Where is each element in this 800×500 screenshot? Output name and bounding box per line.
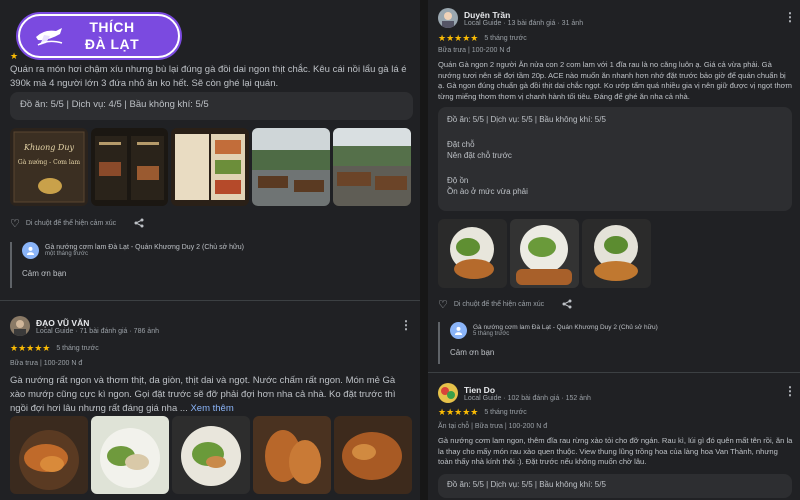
review-photo[interactable] — [91, 128, 168, 206]
reply-time: 5 tháng trước — [473, 331, 510, 337]
review-photo[interactable] — [171, 128, 249, 206]
photo-strip: Khuong Duy Gà nướng - Cơm lam — [10, 128, 411, 206]
more-options-icon[interactable]: ⋮ — [400, 318, 412, 332]
review-photo[interactable] — [333, 128, 411, 206]
brand-line-1: THÍCH — [89, 19, 135, 35]
review-photo[interactable]: Khuong Duy Gà nướng - Cơm lam — [10, 128, 88, 206]
reviewer-avatar[interactable] — [438, 383, 458, 403]
airplane-icon — [36, 28, 63, 46]
heart-icon[interactable]: ♡ — [10, 217, 20, 230]
action-row: ♡ Di chuột để thể hiện cảm xúc — [10, 217, 144, 230]
review-photo[interactable] — [252, 128, 330, 206]
review-text: Quán Gà ngon 2 người Ăn nửa con 2 com la… — [438, 60, 792, 101]
review-photo[interactable] — [91, 416, 169, 494]
rating-summary: Đồ ăn: 5/5 | Dịch vụ: 4/5 | Bầu không kh… — [10, 92, 413, 120]
reviewer-header: Duyên Trần Local Guide · 13 bài đánh giá… — [438, 8, 583, 28]
reply-text: Cảm ơn bạn — [450, 348, 495, 357]
rating-row: ★★★★★ 5 tháng trước — [10, 343, 99, 354]
photo-strip — [10, 416, 412, 494]
star-rating: ★★★★★ — [438, 407, 479, 417]
rating-summary: Đồ ăn: 5/5 | Dịch vụ: 5/5 | Bầu không kh… — [438, 474, 792, 498]
review-photo[interactable] — [253, 416, 331, 494]
review-text: Gà nướng rất ngon và thơm thịt, da giòn,… — [10, 374, 410, 416]
share-icon[interactable] — [562, 299, 572, 311]
photo-strip — [438, 219, 651, 288]
reviewer-name[interactable]: Duyên Trần — [464, 10, 583, 20]
booking-value: Nên đặt chỗ trước — [447, 151, 512, 160]
owner-name: Gà nướng cơm lam Đà Lạt - Quán Khương Du… — [45, 244, 244, 251]
brand-line-2: ĐÀ LẠT — [84, 36, 140, 52]
reviewer-avatar[interactable] — [10, 316, 30, 336]
owner-avatar-icon — [450, 322, 467, 339]
reply-text: Cảm ơn bạn — [22, 269, 67, 278]
reviewer-header: Tien Do Local Guide · 102 bài đánh giá ·… — [438, 383, 591, 403]
more-options-icon[interactable]: ⋮ — [784, 10, 796, 24]
more-options-icon[interactable]: ⋮ — [784, 384, 796, 398]
owner-reply: Gà nướng cơm lam Đà Lạt - Quán Khương Du… — [10, 242, 410, 288]
reviewer-meta: Local Guide · 13 bài đánh giá · 31 ảnh — [464, 19, 584, 27]
meal-info: Ăn tại chỗ | Bữa trưa | 100-200 N đ — [438, 423, 548, 430]
action-row: ♡ Di chuột để thể hiện cảm xúc — [438, 298, 572, 311]
review-text: Quán ra món hơi chậm xíu nhưng bù lại đú… — [10, 64, 407, 89]
reply-time: một tháng trước — [45, 251, 88, 257]
reviewer-header: ĐẠO VŨ VĂN Local Guide · 71 bài đánh giá… — [10, 316, 159, 336]
review-details: Đồ ăn: 5/5 | Dịch vụ: 5/5 | Bầu không kh… — [438, 107, 792, 211]
partial-stars: ★ — [10, 51, 19, 61]
owner-avatar-icon — [22, 242, 39, 259]
review-photo[interactable] — [334, 416, 412, 494]
heart-icon[interactable]: ♡ — [438, 298, 448, 311]
see-more-link[interactable]: Xem thêm — [190, 403, 233, 414]
reviewer-avatar[interactable] — [438, 8, 458, 28]
rating-row: ★★★★★ 5 tháng trước — [438, 407, 527, 418]
noise-value: Ồn ào ở mức vừa phải — [447, 187, 528, 196]
review-time: 5 tháng trước — [56, 345, 99, 352]
review-time: 5 tháng trước — [484, 35, 527, 42]
separator — [0, 300, 420, 301]
review-photo[interactable] — [10, 416, 88, 494]
review-time: 5 tháng trước — [484, 409, 527, 416]
rating-row: ★★★★★ 5 tháng trước — [438, 33, 527, 44]
brand-logo: THÍCH ĐÀ LẠT — [18, 14, 180, 58]
reaction-hint: Di chuột để thể hiện cảm xúc — [453, 301, 545, 308]
review-text: Gà nướng cơm lam ngon, thêm đĩa rau rừng… — [438, 436, 793, 466]
owner-reply: Gà nướng cơm lam Đà Lạt - Quán Khương Du… — [438, 322, 792, 364]
meal-info: Bữa trưa | 100-200 N đ — [10, 360, 83, 367]
review-photo[interactable] — [510, 219, 579, 288]
svg-text:Gà nướng - Cơm lam: Gà nướng - Cơm lam — [18, 159, 80, 166]
owner-name: Gà nướng cơm lam Đà Lạt - Quán Khương Du… — [473, 324, 658, 331]
noise-label: Độ ồn — [447, 176, 469, 185]
share-icon[interactable] — [134, 218, 144, 230]
column-divider — [420, 0, 428, 500]
separator — [428, 372, 800, 373]
svg-text:Khuong Duy: Khuong Duy — [23, 143, 74, 152]
booking-label: Đặt chỗ — [447, 140, 475, 149]
brand-name: THÍCH ĐÀ LẠT — [64, 19, 160, 53]
reviewer-name[interactable]: ĐẠO VŨ VĂN — [36, 318, 159, 328]
review-photo[interactable] — [582, 219, 651, 288]
reviewer-meta: Local Guide · 102 bài đánh giá · 152 ảnh — [464, 394, 591, 402]
review-photo[interactable] — [438, 219, 507, 288]
star-rating: ★★★★★ — [438, 33, 479, 43]
right-review-column: Duyên Trần Local Guide · 13 bài đánh giá… — [428, 0, 800, 500]
star-rating: ★★★★★ — [10, 343, 51, 353]
left-review-column: ★ Quán ra món hơi chậm xíu nhưng bù lại … — [0, 0, 420, 500]
reviewer-name[interactable]: Tien Do — [464, 385, 591, 395]
review-photo[interactable] — [172, 416, 250, 494]
rating-summary: Đồ ăn: 5/5 | Dịch vụ: 5/5 | Bầu không kh… — [447, 115, 606, 124]
reaction-hint: Di chuột để thể hiện cảm xúc — [25, 220, 117, 227]
reviewer-meta: Local Guide · 71 bài đánh giá · 786 ảnh — [36, 327, 159, 335]
meal-info: Bữa trưa | 100-200 N đ — [438, 47, 511, 54]
